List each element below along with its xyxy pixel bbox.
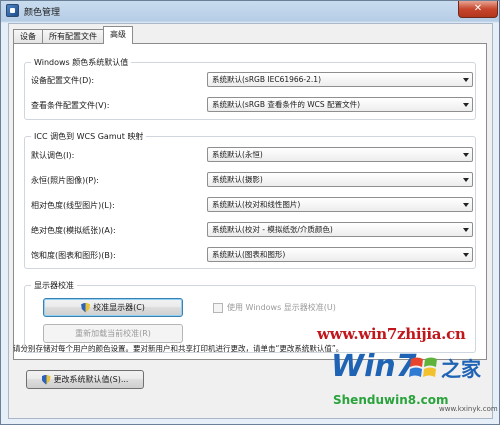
dropdown-arrow-icon xyxy=(463,253,469,257)
perceptual-label: 永恒(照片图像)(P): xyxy=(31,176,100,185)
absolute-colorimetric-value: 系统默认(校对 - 模拟纸张/介质颜色) xyxy=(212,225,333,234)
watermark-bottom-url: Shenduwin8.com xyxy=(333,393,449,407)
saturation-label: 饱和度(图表和图形)(B): xyxy=(31,251,116,260)
dropdown-arrow-icon xyxy=(463,103,469,107)
tab-advanced[interactable]: 高级 xyxy=(103,26,133,44)
windows-defaults-title: Windows 颜色系统默认值 xyxy=(31,57,132,68)
dropdown-arrow-icon xyxy=(463,203,469,207)
calibrate-display-button[interactable]: 校准显示器(C) xyxy=(43,298,183,317)
viewing-conditions-value: 系统默认(sRGB 查看条件的 WCS 配置文件) xyxy=(212,100,360,109)
reload-calibration-label: 重新加载当前校准(R) xyxy=(75,329,151,338)
absolute-colorimetric-select[interactable]: 系统默认(校对 - 模拟纸张/介质颜色) xyxy=(207,222,473,237)
close-button[interactable]: ✕ xyxy=(458,1,498,18)
gamut-mapping-group: ICC 调色到 WCS Gamut 映射 默认调色(I): 系统默认(永恒) 永… xyxy=(24,131,476,269)
color-management-icon xyxy=(6,4,19,17)
device-profile-value: 系统默认(sRGB IEC61966-2.1) xyxy=(212,75,321,84)
default-rendering-select[interactable]: 系统默认(永恒) xyxy=(207,147,473,162)
reload-calibration-button[interactable]: 重新加载当前校准(R) xyxy=(43,324,183,343)
info-text: 请分别存储对每个用户的颜色设置。要对新用户和共享打印机进行更改，请单击“更改系统… xyxy=(13,344,344,353)
dropdown-arrow-icon xyxy=(463,178,469,182)
windows-defaults-group: Windows 颜色系统默认值 设备配置文件(D): 系统默认(sRGB IEC… xyxy=(24,57,476,120)
use-windows-calibration-label: 使用 Windows 显示器校准(U) xyxy=(227,303,336,312)
perceptual-select[interactable]: 系统默认(摄影) xyxy=(207,172,473,187)
perceptual-value: 系统默认(摄影) xyxy=(212,175,263,184)
tab-all-profiles[interactable]: 所有配置文件 xyxy=(42,29,104,44)
display-calibration-title: 显示器校准 xyxy=(31,280,77,291)
dropdown-arrow-icon xyxy=(463,153,469,157)
watermark-logo-suffix: 之家 xyxy=(441,357,481,381)
dropdown-arrow-icon xyxy=(463,78,469,82)
use-windows-calibration-option[interactable]: 使用 Windows 显示器校准(U) xyxy=(213,302,336,313)
relative-colorimetric-label: 相对色度(线型图片)(L): xyxy=(31,201,115,210)
change-system-defaults-button[interactable]: 更改系统默认值(S)... xyxy=(26,370,144,389)
relative-colorimetric-value: 系统默认(校对和线性图片) xyxy=(212,200,301,209)
uac-shield-icon xyxy=(81,302,91,313)
device-profile-select[interactable]: 系统默认(sRGB IEC61966-2.1) xyxy=(207,72,473,87)
default-rendering-label: 默认调色(I): xyxy=(31,151,75,160)
saturation-value: 系统默认(图表和图形) xyxy=(212,250,286,259)
device-profile-label: 设备配置文件(D): xyxy=(31,76,95,85)
change-system-defaults-label: 更改系统默认值(S)... xyxy=(53,375,129,384)
windows-flag-icon xyxy=(409,357,437,377)
viewing-conditions-label: 查看条件配置文件(V): xyxy=(31,101,110,110)
advanced-tab-panel: Windows 颜色系统默认值 设备配置文件(D): 系统默认(sRGB IEC… xyxy=(13,43,487,360)
color-management-window: 颜色管理 ✕ 设备 所有配置文件 高级 Windows 颜色系统默认值 设备配置… xyxy=(0,0,500,425)
use-windows-calibration-checkbox[interactable] xyxy=(213,302,223,313)
calibrate-display-label: 校准显示器(C) xyxy=(93,303,145,312)
tab-devices[interactable]: 设备 xyxy=(13,29,43,44)
absolute-colorimetric-label: 绝对色度(模拟纸张)(A): xyxy=(31,226,116,235)
relative-colorimetric-select[interactable]: 系统默认(校对和线性图片) xyxy=(207,197,473,212)
tab-strip: 设备 所有配置文件 高级 xyxy=(13,26,133,44)
gamut-mapping-title: ICC 调色到 WCS Gamut 映射 xyxy=(31,131,147,142)
title-bar[interactable]: 颜色管理 ✕ xyxy=(1,1,499,21)
window-title: 颜色管理 xyxy=(24,8,61,18)
win7-logo-watermark: Win7 之家 xyxy=(301,347,481,389)
watermark-small-url: www.kxinyk.com xyxy=(439,405,498,413)
watermark-site-url: www.win7zhijia.cn xyxy=(317,325,466,343)
dropdown-arrow-icon xyxy=(463,228,469,232)
saturation-select[interactable]: 系统默认(图表和图形) xyxy=(207,247,473,262)
viewing-conditions-select[interactable]: 系统默认(sRGB 查看条件的 WCS 配置文件) xyxy=(207,97,473,112)
default-rendering-value: 系统默认(永恒) xyxy=(212,150,263,159)
uac-shield-icon xyxy=(41,374,51,385)
watermark-logo-text: Win7 xyxy=(331,349,417,384)
